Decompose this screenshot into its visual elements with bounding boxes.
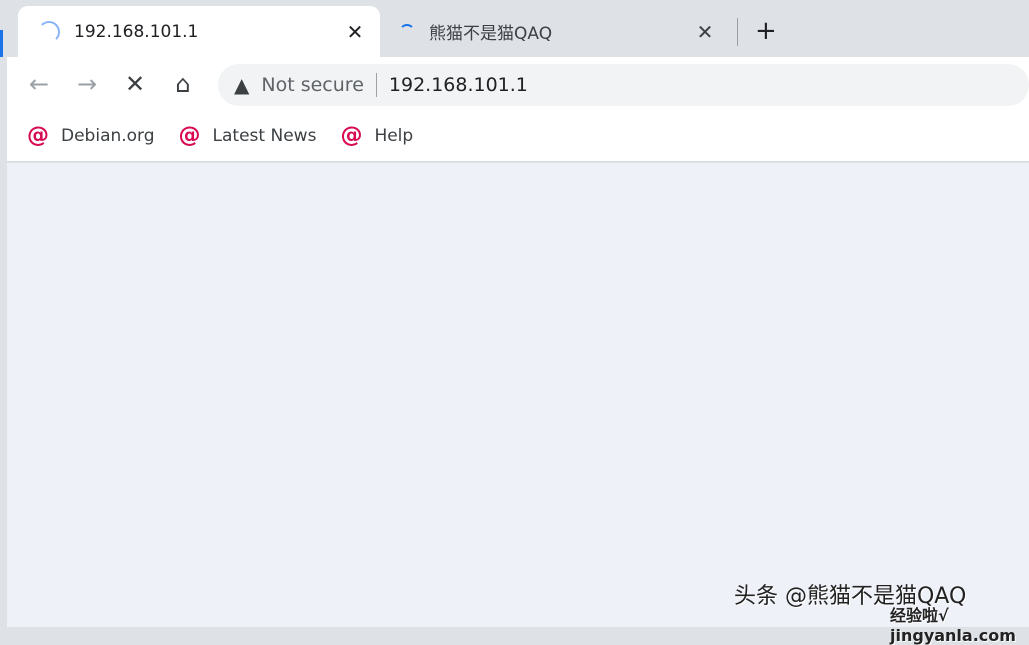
toolbar: ← → ✕ ⌂ ▲ Not secure 192.168.101.1: [7, 57, 1029, 110]
security-label[interactable]: Not secure: [261, 74, 364, 96]
back-button[interactable]: ←: [15, 70, 63, 98]
page-content: [7, 163, 1029, 627]
bookmark-label: Help: [374, 125, 414, 146]
tab-separator: [737, 18, 738, 46]
stop-button[interactable]: ✕: [111, 70, 159, 98]
url-text[interactable]: 192.168.101.1: [389, 74, 528, 96]
debian-swirl-icon: @: [27, 123, 49, 148]
tab-strip: 192.168.101.1 ✕ 熊猫不是猫QAQ ✕ +: [0, 0, 1029, 57]
new-tab-button[interactable]: +: [755, 16, 777, 46]
watermark-overlay: 经验啦√ jingyanla.com: [890, 606, 1016, 645]
close-tab-icon[interactable]: ✕: [340, 20, 370, 44]
forward-button[interactable]: →: [63, 70, 111, 98]
bookmark-help[interactable]: @ Help: [340, 123, 413, 148]
home-button[interactable]: ⌂: [159, 70, 207, 98]
loading-spinner-icon: [399, 23, 415, 40]
warning-icon[interactable]: ▲: [234, 73, 249, 97]
tab-active[interactable]: 192.168.101.1 ✕: [18, 6, 380, 57]
tab-title: 192.168.101.1: [74, 21, 199, 42]
window-edge: [0, 30, 3, 57]
close-tab-icon[interactable]: ✕: [690, 20, 720, 44]
debian-swirl-icon: @: [340, 123, 363, 148]
bookmark-label: Debian.org: [61, 125, 155, 146]
bookmarks-bar: @ Debian.org @ Latest News @ Help: [7, 110, 1029, 162]
bookmark-label: Latest News: [212, 125, 317, 146]
debian-swirl-icon: @: [178, 123, 201, 148]
bookmark-latest-news[interactable]: @ Latest News: [179, 123, 317, 148]
tab-title: 熊猫不是猫QAQ: [429, 24, 553, 44]
tab-inactive[interactable]: 熊猫不是猫QAQ ✕: [385, 6, 730, 57]
address-bar[interactable]: ▲ Not secure 192.168.101.1: [218, 64, 1029, 106]
loading-spinner-icon: [38, 20, 60, 43]
divider: [375, 73, 377, 97]
bookmark-debian[interactable]: @ Debian.org: [27, 123, 155, 148]
